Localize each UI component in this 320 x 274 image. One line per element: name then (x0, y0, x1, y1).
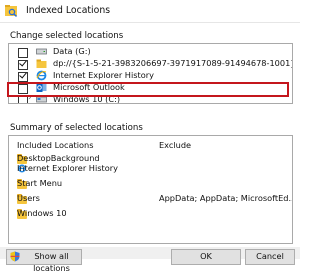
location-item-ie-history[interactable]: Internet Explorer History (9, 70, 292, 82)
location-label: Data (G:) (53, 46, 91, 56)
summary-row: Internet Explorer History (9, 163, 292, 175)
ok-label: OK (200, 251, 212, 261)
folder-icon (36, 59, 47, 68)
check-mark-icon (19, 58, 27, 67)
summary-row: Windows 10 (9, 208, 292, 220)
show-all-label: Show all locations (33, 251, 70, 273)
location-checkbox[interactable] (18, 58, 28, 70)
summary-row: Users AppData; AppData; MicrosoftEd... (9, 193, 292, 205)
location-checkbox[interactable] (18, 48, 28, 58)
location-item-data-g[interactable]: Data (G:) (9, 46, 292, 58)
change-locations-label: Change selected locations (10, 31, 124, 41)
location-checkbox[interactable] (18, 96, 28, 103)
drive-icon (36, 48, 47, 55)
included-location: Start Menu (17, 178, 63, 188)
excluded-locations: AppData; AppData; MicrosoftEd... (159, 193, 293, 203)
title-bar: Indexed Locations (0, 0, 300, 23)
ok-button[interactable]: OK (171, 249, 241, 265)
location-item-dp[interactable]: dp://{S-1-5-21-3983206697-3971917089-914… (9, 58, 292, 70)
included-location: Internet Explorer History (17, 163, 118, 173)
summary-label: Summary of selected locations (10, 123, 143, 133)
column-header-included: Included Locations (17, 140, 94, 150)
cancel-label: Cancel (256, 251, 284, 261)
included-location: Windows 10 (17, 208, 67, 218)
location-label: Internet Explorer History (53, 70, 154, 80)
included-location: DesktopBackground (17, 153, 100, 163)
show-all-locations-button[interactable]: Show all locations (6, 249, 82, 273)
window-title: Indexed Locations (26, 5, 111, 16)
ie-icon (36, 70, 47, 81)
location-label: dp://{S-1-5-21-3983206697-3971917089-914… (53, 58, 293, 68)
location-checkbox[interactable] (18, 70, 28, 82)
summary-row: Start Menu (9, 178, 292, 190)
summary-list: Included Locations Exclude DesktopBackgr… (8, 135, 293, 244)
cancel-button[interactable]: Cancel (245, 249, 295, 265)
indexing-options-icon (5, 5, 17, 17)
uac-shield-icon (10, 251, 20, 262)
included-location: Users (17, 193, 40, 203)
highlight-box (7, 82, 289, 97)
check-mark-icon (19, 70, 27, 79)
column-header-exclude: Exclude (159, 140, 192, 150)
